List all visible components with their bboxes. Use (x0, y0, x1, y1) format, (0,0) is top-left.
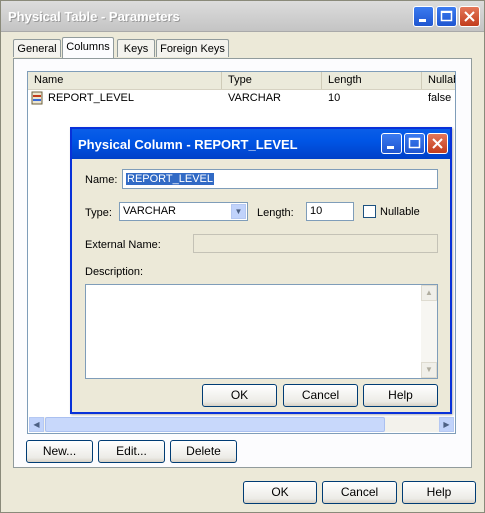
new-button[interactable]: New... (26, 440, 93, 463)
column-header-name[interactable]: Name (28, 72, 222, 89)
minimize-icon (419, 19, 426, 22)
delete-button[interactable]: Delete (170, 440, 237, 463)
type-label: Type: (85, 207, 112, 219)
minimize-button[interactable] (413, 6, 434, 27)
footer-ok-button[interactable]: OK (243, 481, 317, 504)
column-header-nullable[interactable]: Nullab (422, 72, 455, 89)
tab-foreign-keys[interactable]: Foreign Keys (156, 39, 229, 57)
window-title-bar[interactable]: Physical Table - Parameters (1, 1, 484, 32)
close-icon (464, 11, 475, 22)
dialog-maximize-button[interactable] (404, 133, 425, 154)
name-field[interactable]: REPORT_LEVEL (122, 169, 438, 189)
chevron-down-icon[interactable]: ▼ (231, 204, 246, 219)
type-dropdown[interactable]: VARCHAR ▼ (119, 202, 248, 221)
minimize-icon (387, 146, 394, 149)
name-value: REPORT_LEVEL (126, 173, 215, 185)
description-label: Description: (85, 266, 144, 278)
column-icon (31, 91, 45, 111)
scroll-right-icon[interactable]: ▶ (439, 417, 454, 432)
edit-button[interactable]: Edit... (98, 440, 165, 463)
tab-general[interactable]: General (13, 39, 61, 57)
footer-help-button[interactable]: Help (402, 481, 476, 504)
dialog-cancel-button[interactable]: Cancel (283, 384, 358, 407)
maximize-icon (440, 10, 453, 22)
description-field[interactable]: ▲ ▼ (85, 284, 438, 379)
type-value: VARCHAR (123, 205, 176, 217)
scroll-up-icon[interactable]: ▲ (421, 285, 437, 301)
name-label: Name: (85, 174, 118, 186)
tab-keys[interactable]: Keys (117, 39, 155, 57)
dialog-title: Physical Column - REPORT_LEVEL (78, 137, 298, 152)
row-type: VARCHAR (228, 92, 281, 104)
description-scrollbar[interactable]: ▲ ▼ (421, 285, 437, 378)
scroll-thumb[interactable] (45, 417, 385, 432)
dialog-title-bar[interactable]: Physical Column - REPORT_LEVEL (72, 129, 450, 159)
close-icon (432, 138, 443, 149)
close-button[interactable] (459, 6, 480, 27)
dialog-minimize-button[interactable] (381, 133, 402, 154)
dialog-close-button[interactable] (427, 133, 448, 154)
nullable-label: Nullable (380, 206, 420, 218)
maximize-icon (408, 137, 421, 149)
scroll-down-icon[interactable]: ▼ (421, 362, 437, 378)
dialog-help-button[interactable]: Help (363, 384, 438, 407)
row-length: 10 (328, 92, 341, 104)
dialog-ok-button[interactable]: OK (202, 384, 277, 407)
footer-cancel-button[interactable]: Cancel (322, 481, 397, 504)
columns-list-header: Name Type Length Nullab (28, 72, 455, 90)
external-name-field (193, 234, 438, 253)
scroll-left-icon[interactable]: ◀ (29, 417, 44, 432)
external-name-label: External Name: (85, 239, 161, 251)
row-name: REPORT_LEVEL (48, 92, 135, 104)
table-row[interactable]: REPORT_LEVEL VARCHAR 10 false (28, 90, 455, 107)
length-label: Length: (257, 207, 294, 219)
nullable-checkbox[interactable] (363, 205, 376, 218)
maximize-button[interactable] (436, 6, 457, 27)
window-title: Physical Table - Parameters (8, 9, 180, 24)
length-field[interactable]: 10 (306, 202, 354, 221)
tab-columns[interactable]: Columns (62, 37, 114, 58)
column-header-length[interactable]: Length (322, 72, 422, 89)
horizontal-scrollbar[interactable]: ◀ ▶ (29, 417, 454, 432)
row-nullable: false (428, 92, 452, 104)
physical-column-dialog: Physical Column - REPORT_LEVEL Name: REP… (70, 127, 452, 414)
column-header-type[interactable]: Type (222, 72, 322, 89)
